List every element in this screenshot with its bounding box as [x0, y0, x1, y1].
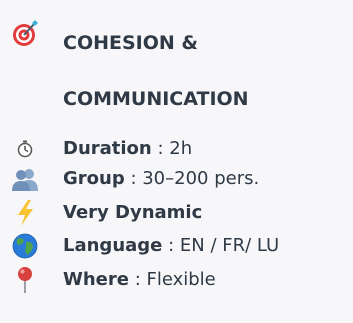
duration-row: Duration : 2h [0, 134, 353, 164]
group-value: : 30–200 pers. [124, 168, 260, 189]
language-text: Language : EN / FR/ LU [63, 233, 279, 259]
group-label: Group [63, 168, 125, 189]
people-icon [10, 164, 40, 194]
language-value: : EN / FR/ LU [162, 235, 280, 256]
where-row: Where : Flexible [0, 265, 353, 295]
where-value: : Flexible [128, 269, 216, 290]
duration-text: Duration : 2h [63, 136, 192, 162]
dynamic-label: Very Dynamic [63, 202, 203, 223]
duration-value: : 2h [151, 138, 193, 159]
target-dart-icon [10, 18, 40, 48]
group-row: Group : 30–200 pers. [0, 164, 353, 194]
stopwatch-icon [10, 134, 40, 164]
dynamic-text: Very Dynamic [63, 200, 202, 226]
lightning-icon [10, 198, 40, 228]
location-pin-icon [10, 265, 40, 295]
where-text: Where : Flexible [63, 267, 216, 293]
globe-icon [10, 231, 40, 261]
title-line-1: COHESION & [63, 32, 198, 54]
language-row: Language : EN / FR/ LU [0, 231, 353, 261]
activity-card: COHESION & COMMUNICATION Duration : 2h G… [0, 0, 353, 323]
where-label: Where [63, 269, 129, 290]
group-text: Group : 30–200 pers. [63, 166, 259, 192]
language-label: Language [63, 235, 163, 256]
activity-title: COHESION & COMMUNICATION [63, 15, 343, 127]
dynamic-row: Very Dynamic [0, 198, 353, 228]
title-line-2: COMMUNICATION [63, 88, 249, 110]
duration-label: Duration [63, 138, 152, 159]
